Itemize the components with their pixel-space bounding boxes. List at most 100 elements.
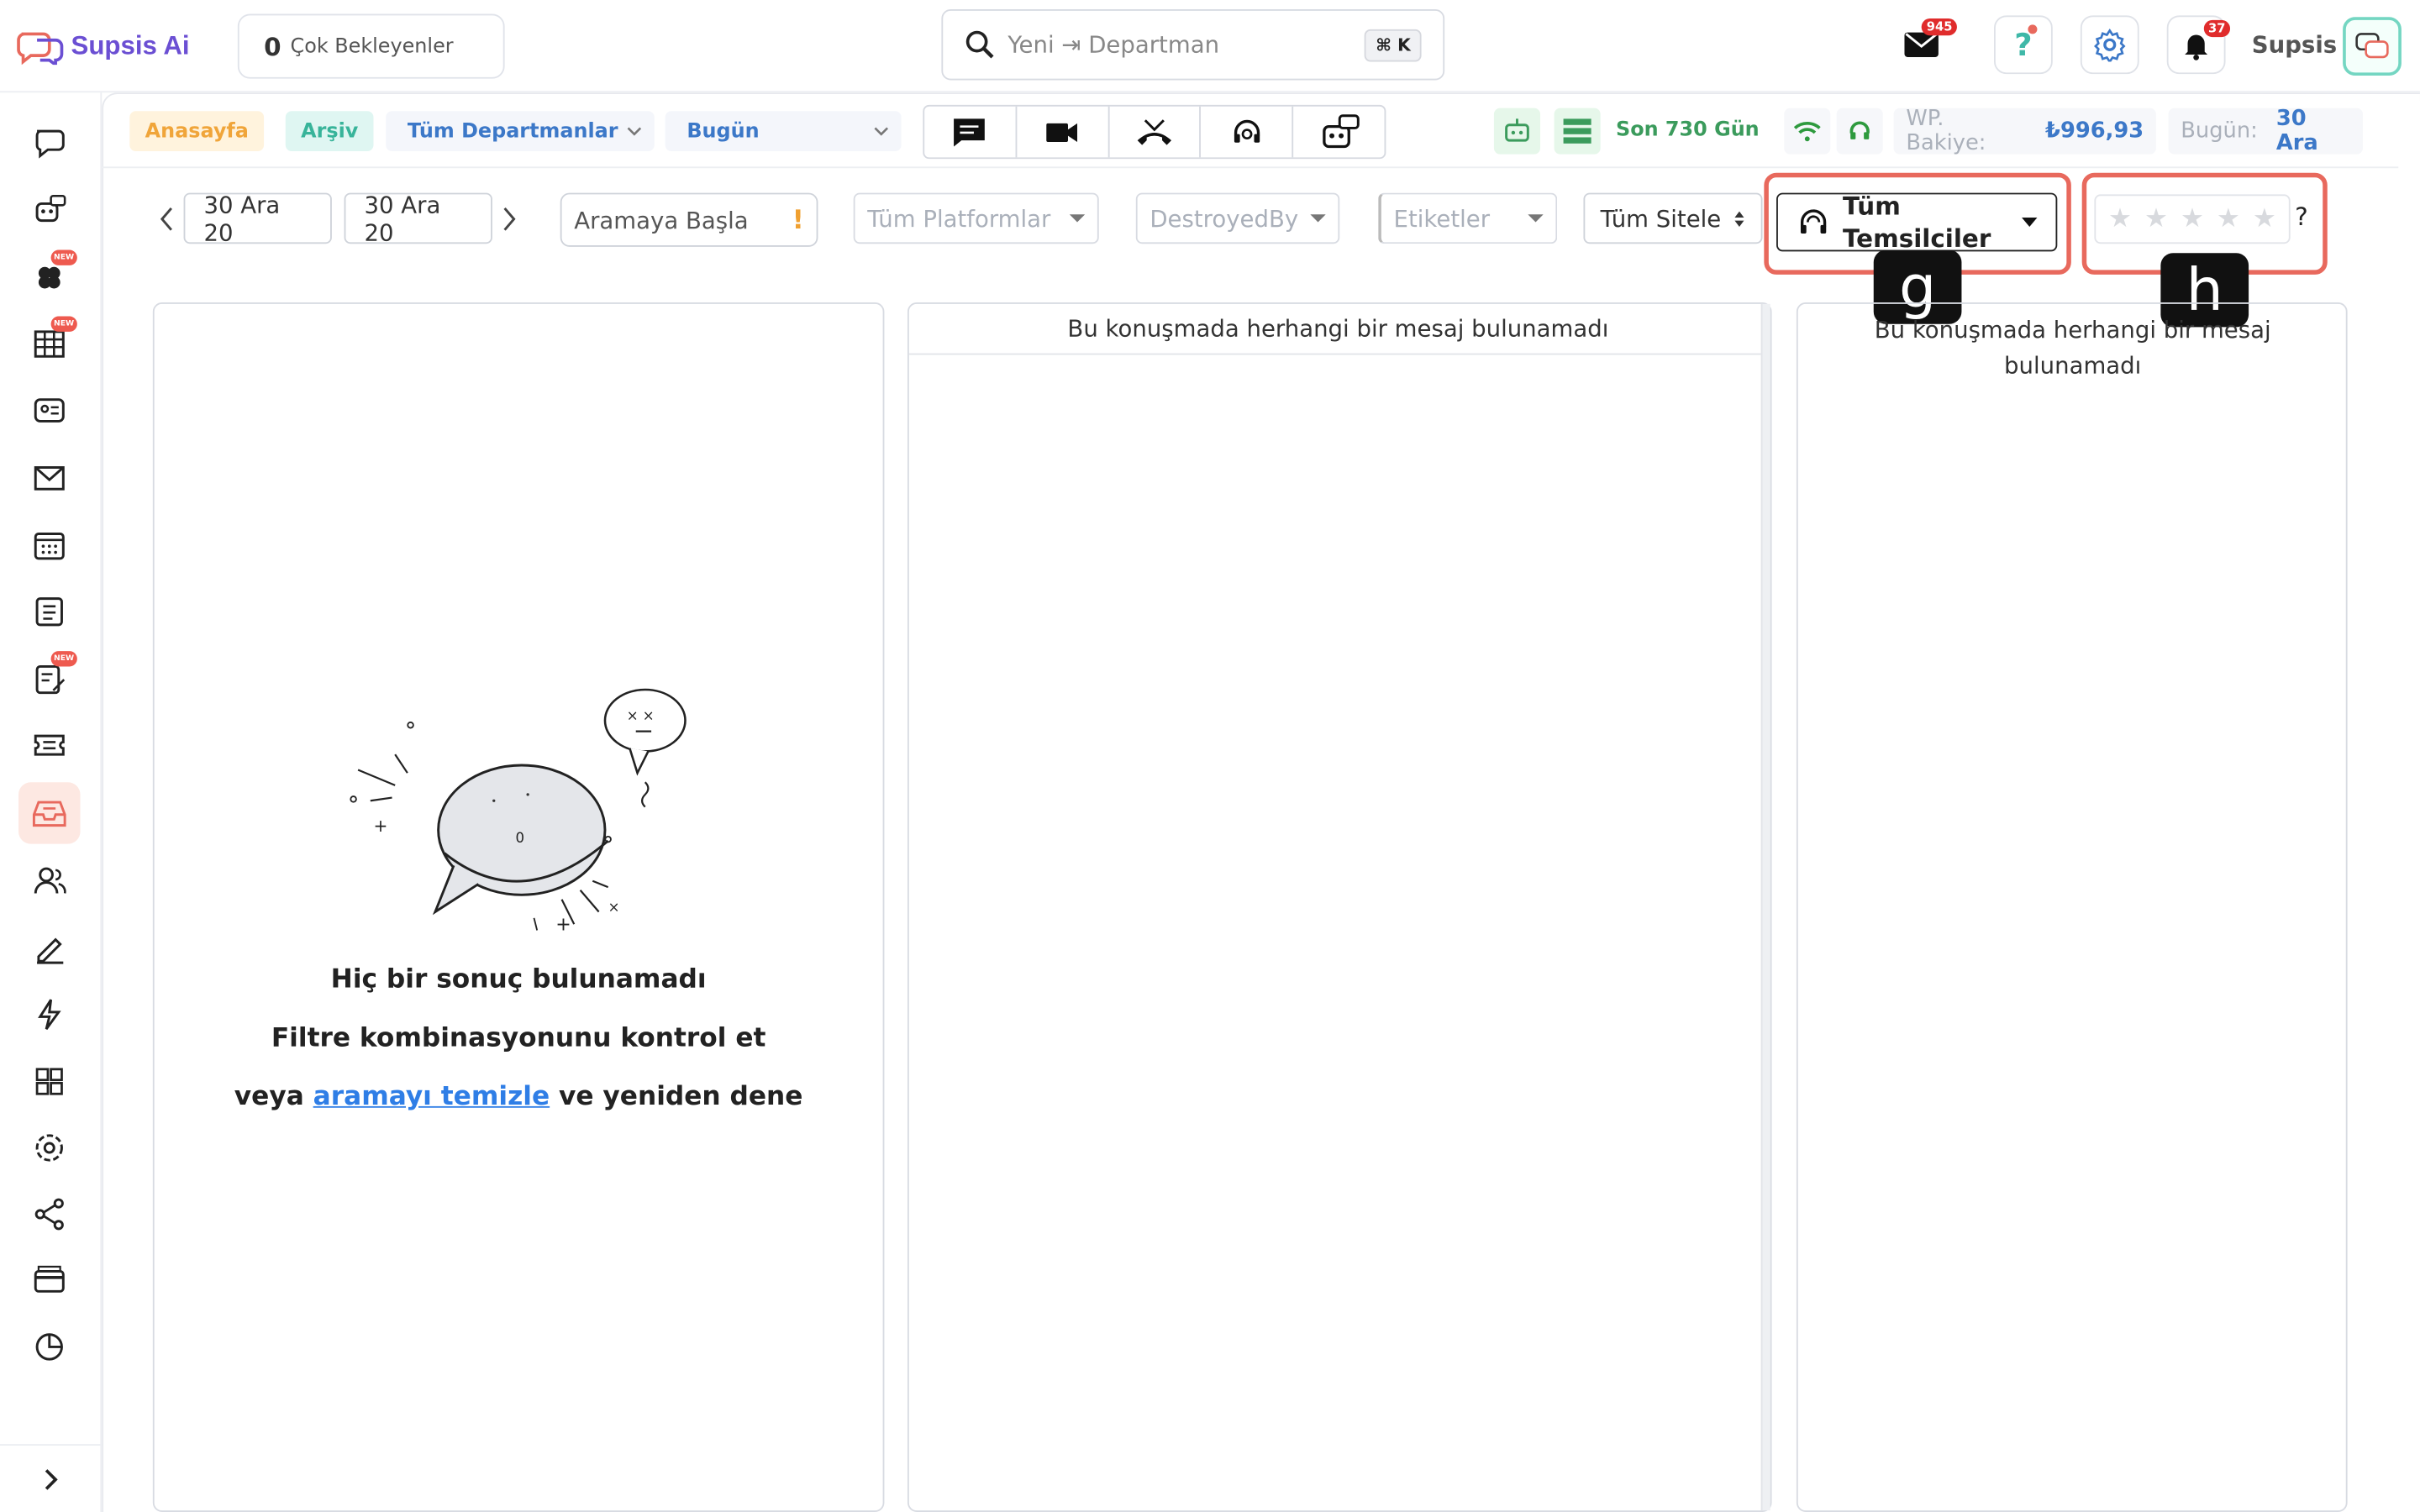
- sidebar-item-archive-inbox[interactable]: [18, 782, 81, 844]
- sidebar-item-users[interactable]: [18, 848, 80, 910]
- platform-select[interactable]: Tüm Platformlar: [853, 192, 1099, 244]
- chevron-down-icon: [627, 127, 642, 136]
- empty-title: Hiç bir sonuç bulunamadı: [330, 963, 707, 995]
- svg-text:+: +: [373, 816, 387, 836]
- sidebar-item-share[interactable]: [18, 1184, 80, 1245]
- table-icon: [34, 330, 65, 358]
- sidebar-item-payment[interactable]: [18, 1250, 80, 1311]
- conversation-scrollbar[interactable]: [1760, 303, 1770, 1511]
- gear-icon: [2094, 28, 2126, 62]
- sidebar-expand-button[interactable]: [0, 1444, 103, 1512]
- svg-text:×: ×: [608, 899, 620, 915]
- video-camera-icon: [1046, 123, 1078, 142]
- department-select-value: Tüm Departmanlar: [407, 119, 618, 143]
- headset-icon: [1849, 121, 1870, 139]
- star-icon[interactable]: ★: [2181, 203, 2204, 234]
- sidebar-item-gear[interactable]: [18, 1117, 80, 1179]
- channel-chat-button[interactable]: [924, 106, 1018, 158]
- period-select[interactable]: Bugün: [665, 111, 902, 151]
- clear-search-link[interactable]: aramayı temizle: [313, 1082, 550, 1113]
- settings-button[interactable]: [2080, 15, 2139, 75]
- pending-chats-button[interactable]: 0 Çok Bekleyenler: [237, 13, 505, 79]
- empty-hint: veya aramayı temizle ve yeniden dene: [155, 1082, 883, 1113]
- sidebar-item-pen[interactable]: [18, 916, 80, 978]
- search-placeholder: Yeni ⇥ Departman: [1007, 30, 1220, 59]
- tab-archive[interactable]: Arşiv: [285, 111, 374, 151]
- app-logo[interactable]: Supsis Ai: [15, 24, 190, 67]
- platform-select-value: Tüm Platformlar: [867, 204, 1051, 233]
- app-name: Supsis Ai: [71, 30, 190, 60]
- range-label[interactable]: Son 730 Gün: [1616, 118, 1760, 142]
- channel-missed-call-button[interactable]: [1109, 106, 1202, 158]
- wifi-icon: [1793, 122, 1821, 142]
- star-icon[interactable]: ★: [2144, 203, 2168, 234]
- date-next-button[interactable]: [497, 201, 521, 238]
- warning-icon: !: [792, 204, 804, 236]
- sidebar-item-edit-list[interactable]: NEW: [18, 648, 80, 709]
- representative-select-value: Tüm Temsilciler: [1843, 191, 1991, 254]
- new-badge: NEW: [50, 316, 77, 332]
- bot-icon: [35, 194, 66, 223]
- call-search-input[interactable]: Aramaya Başla !: [560, 192, 818, 247]
- logo-icon: [17, 32, 64, 66]
- sidebar-item-mail[interactable]: [18, 448, 80, 509]
- today-indicator: Bugün: 30 Ara: [2168, 107, 2363, 156]
- sidebar-item-table[interactable]: NEW: [18, 313, 80, 375]
- sidebar-item-calendar[interactable]: [18, 514, 80, 575]
- search-shortcut: ⌘ K: [1365, 28, 1422, 61]
- date-from-input[interactable]: 30 Ara 20: [183, 191, 332, 246]
- pie-chart-icon: [35, 1333, 63, 1361]
- rating-help[interactable]: ?: [2295, 202, 2308, 232]
- empty-hint-pre: veya: [234, 1081, 304, 1113]
- pending-label: Çok Bekleyenler: [290, 34, 454, 58]
- new-badge: NEW: [50, 651, 77, 667]
- sidebar-item-lightning[interactable]: [18, 983, 80, 1044]
- channel-bot-button[interactable]: [1293, 107, 1384, 158]
- edit-list-icon: [35, 664, 66, 695]
- sidebar-item-grid[interactable]: [18, 1051, 80, 1112]
- sidebar-item-bot[interactable]: [18, 179, 80, 240]
- sidebar-item-pie-chart[interactable]: [18, 1316, 80, 1378]
- help-button[interactable]: ?: [1994, 15, 2053, 75]
- sidebar-item-list[interactable]: [18, 580, 80, 642]
- today-label: Bugün:: [2181, 118, 2258, 144]
- caret-down-icon: [1310, 214, 1326, 223]
- chat-icon: [954, 118, 986, 146]
- star-icon[interactable]: ★: [2253, 203, 2276, 234]
- tags-select[interactable]: Etiketler: [1378, 192, 1558, 244]
- site-select[interactable]: Tüm Sitele: [1583, 192, 1763, 244]
- star-icon[interactable]: ★: [2217, 203, 2240, 234]
- representative-select[interactable]: Tüm Temsilciler: [1776, 191, 2058, 254]
- sidebar-item-contact-card[interactable]: [18, 380, 80, 441]
- wp-balance-label: WP. Bakiye:: [1906, 106, 1986, 156]
- sidebar-item-ticket[interactable]: [18, 714, 80, 775]
- channel-video-button[interactable]: [1017, 106, 1109, 158]
- mail-button[interactable]: 945: [1892, 15, 1957, 74]
- notifications-button[interactable]: 37: [2166, 15, 2231, 75]
- ai-bot-status[interactable]: [1493, 108, 1541, 155]
- empty-chat-illustration: 0 × × + + ×: [350, 688, 687, 936]
- share-icon: [34, 1198, 64, 1231]
- svg-text:+: +: [555, 915, 571, 936]
- global-search-input[interactable]: Yeni ⇥ Departman ⌘ K: [941, 9, 1445, 81]
- range-button[interactable]: [1554, 108, 1601, 155]
- tab-home[interactable]: Anasayfa: [129, 111, 265, 151]
- headset-icon: [1234, 118, 1260, 142]
- destroyed-by-select[interactable]: DestroyedBy: [1135, 192, 1340, 244]
- sidebar-item-flower[interactable]: NEW: [18, 247, 80, 308]
- channel-support-button[interactable]: [1202, 106, 1294, 158]
- department-select[interactable]: Tüm Departmanlar: [386, 111, 655, 151]
- date-prev-button[interactable]: [155, 201, 179, 238]
- new-badge: NEW: [50, 249, 77, 265]
- star-icon[interactable]: ★: [2108, 203, 2132, 234]
- sidebar-item-chat-bubble[interactable]: [18, 111, 80, 172]
- chevron-left-icon: [160, 207, 172, 231]
- details-empty-message: Bu konuşmada herhangi bir mesaj bulunama…: [1874, 316, 2271, 380]
- avatar[interactable]: [2343, 17, 2402, 76]
- agent-status[interactable]: [1836, 108, 1883, 155]
- mail-icon: [34, 466, 65, 491]
- username[interactable]: Supsis: [2252, 31, 2337, 59]
- rating-filter[interactable]: ★ ★ ★ ★ ★: [2094, 194, 2291, 244]
- date-to-input[interactable]: 30 Ara 20: [344, 191, 492, 246]
- sort-icon: [1734, 210, 1744, 227]
